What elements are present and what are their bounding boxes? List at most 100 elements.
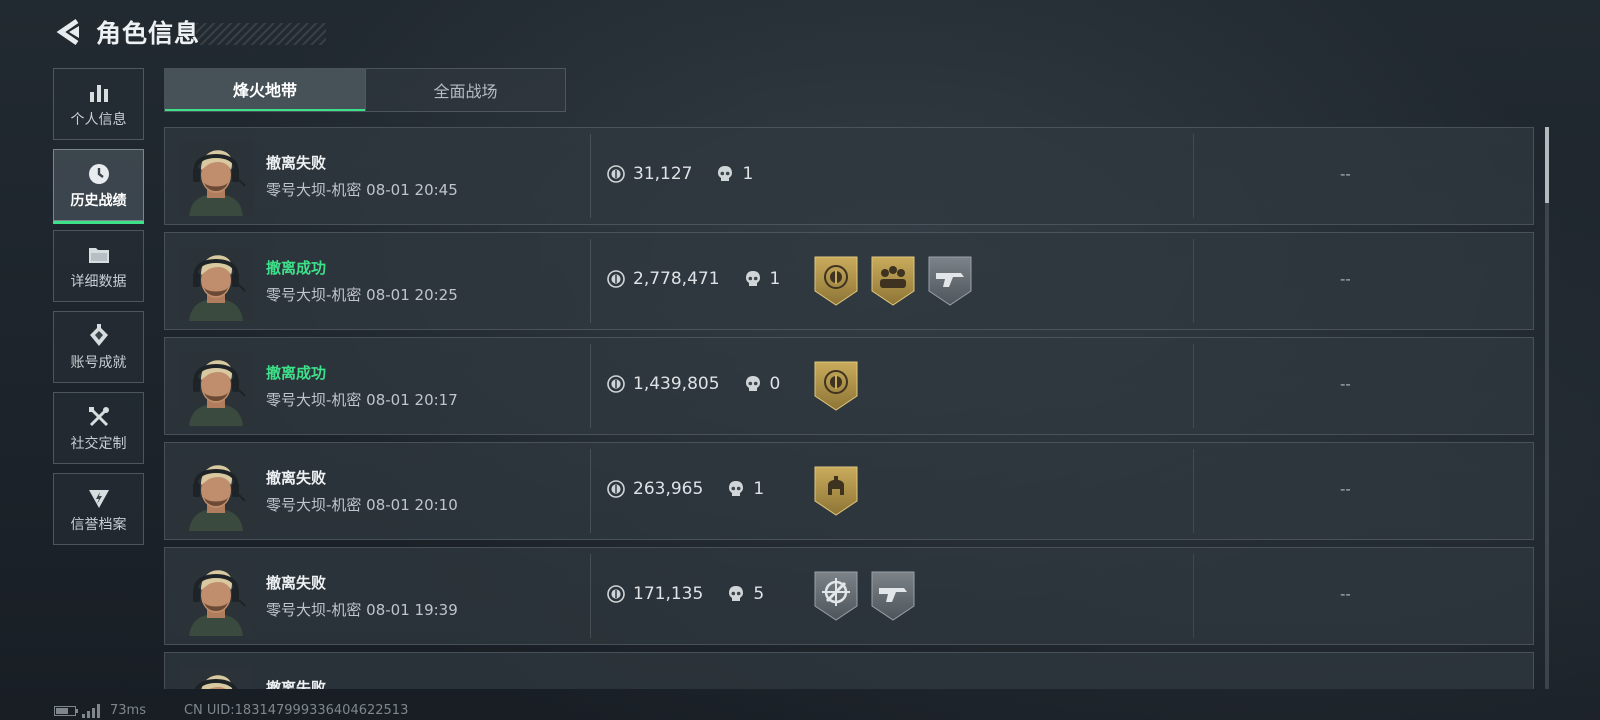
extra-value: --	[1340, 165, 1351, 183]
avatar	[179, 352, 253, 426]
map-time: 零号大坝-机密 08-01 20:45	[266, 181, 458, 199]
avatar	[179, 142, 253, 216]
sidebar-item-credit[interactable]: 信誉档案	[53, 473, 144, 545]
loot-value: 1,439,805	[633, 374, 720, 394]
kill-count: 1	[769, 269, 781, 289]
divider	[1193, 554, 1194, 638]
scrollbar-thumb[interactable]	[1545, 127, 1549, 203]
match-record-row[interactable]: 撤离失败 零号大坝-机密 08-01 20:10 263,965 1 --	[164, 442, 1534, 540]
title-decoration	[196, 23, 327, 45]
tools-icon	[88, 407, 109, 427]
shield-bolt-icon	[88, 490, 109, 508]
mode-tabs: 烽火地带 全面战场	[164, 68, 566, 112]
gold-coin-badge-icon[interactable]	[813, 360, 859, 412]
back-arrow-icon	[56, 18, 79, 46]
status-bar: 73ms CN UID:183147999336404622513	[54, 703, 408, 718]
extraction-status: 撤离失败	[266, 574, 327, 592]
kill-count: 0	[769, 374, 781, 394]
grey-crosshair-badge-icon[interactable]	[813, 570, 859, 622]
divider	[590, 134, 591, 218]
loot-value: 2,778,471	[633, 269, 720, 289]
extra-value: --	[1340, 480, 1351, 498]
avatar	[179, 562, 253, 636]
extraction-status: 撤离失败	[266, 469, 327, 487]
coin-icon	[607, 165, 625, 183]
scrollbar[interactable]	[1545, 127, 1549, 689]
skull-icon	[727, 585, 745, 603]
divider	[590, 554, 591, 638]
page-title: 角色信息	[96, 19, 201, 48]
tab-hazard-zone[interactable]: 烽火地带	[165, 69, 365, 111]
match-record-row[interactable]: 撤离成功 零号大坝-机密 08-01 20:17 1,439,805 0 --	[164, 337, 1534, 435]
divider	[590, 239, 591, 323]
battery-icon	[54, 705, 78, 716]
extra-value: --	[1340, 375, 1351, 393]
grey-gun-badge-icon[interactable]	[927, 255, 973, 307]
grey-gun-badge-icon[interactable]	[870, 570, 916, 622]
gold-team-badge-icon[interactable]	[870, 255, 916, 307]
clock-icon	[88, 164, 109, 184]
sidebar-item-label: 社交定制	[70, 436, 127, 452]
divider	[590, 449, 591, 533]
map-time: 零号大坝-机密 08-01 20:10	[266, 496, 458, 514]
coin-icon	[607, 480, 625, 498]
divider	[1193, 449, 1194, 533]
sidebar-item-personal-info[interactable]: 个人信息	[53, 68, 144, 140]
skull-icon	[727, 480, 745, 498]
ping-value: 73ms	[110, 703, 146, 718]
divider	[1193, 239, 1194, 323]
extra-value: --	[1340, 585, 1351, 603]
sidebar-item-label: 详细数据	[70, 274, 127, 290]
signal-icon	[82, 703, 102, 718]
avatar	[179, 247, 253, 321]
gold-coin-badge-icon[interactable]	[813, 255, 859, 307]
loot-value: 263,965	[633, 479, 704, 499]
sidebar-item-label: 信誉档案	[70, 517, 127, 533]
extraction-status: 撤离成功	[266, 259, 327, 277]
sidebar-item-history[interactable]: 历史战绩	[53, 149, 144, 224]
kill-count: 5	[753, 584, 765, 604]
kill-count: 1	[753, 479, 765, 499]
sidebar-item-label: 个人信息	[70, 112, 127, 128]
skull-icon	[716, 165, 734, 183]
coin-icon	[607, 270, 625, 288]
extraction-status: 撤离失败	[266, 679, 327, 689]
avatar	[179, 667, 253, 689]
extraction-status: 撤离失败	[266, 154, 327, 172]
skull-icon	[744, 375, 762, 393]
avatar	[179, 457, 253, 531]
sidebar-item-label: 账号成就	[70, 355, 127, 371]
match-record-row[interactable]: 撤离失败 零号大坝-机密 08-01 20:45 31,127 1 --	[164, 127, 1534, 225]
sidebar: 个人信息 历史战绩 详细数据 账号成就 社交定制 信誉档案	[53, 68, 144, 554]
sidebar-item-label: 历史战绩	[70, 193, 127, 209]
match-record-row[interactable]: 撤离失败 零号大坝-机密 08-01 19:39 171,135 5 --	[164, 547, 1534, 645]
bar-chart-icon	[89, 85, 108, 102]
match-record-row[interactable]: 撤离失败	[164, 652, 1534, 689]
divider	[590, 344, 591, 428]
coin-icon	[607, 585, 625, 603]
gold-helmet-badge-icon[interactable]	[813, 465, 859, 517]
kill-count: 1	[742, 164, 754, 184]
sidebar-item-achievements[interactable]: 账号成就	[53, 311, 144, 383]
loot-value: 31,127	[633, 164, 693, 184]
match-history-list[interactable]: 撤离失败 零号大坝-机密 08-01 20:45 31,127 1 -- 撤离成…	[164, 127, 1536, 689]
back-button[interactable]	[52, 14, 88, 50]
map-time: 零号大坝-机密 08-01 20:17	[266, 391, 458, 409]
skull-icon	[744, 270, 762, 288]
map-time: 零号大坝-机密 08-01 20:25	[266, 286, 458, 304]
match-record-row[interactable]: 撤离成功 零号大坝-机密 08-01 20:25 2,778,471 1 --	[164, 232, 1534, 330]
folder-icon	[88, 248, 109, 263]
user-uid: CN UID:183147999336404622513	[183, 703, 409, 718]
coin-icon	[607, 375, 625, 393]
extra-value: --	[1340, 270, 1351, 288]
sidebar-item-detailed-data[interactable]: 详细数据	[53, 230, 144, 302]
divider	[1193, 344, 1194, 428]
achievement-icon	[89, 324, 108, 346]
sidebar-item-social[interactable]: 社交定制	[53, 392, 144, 464]
tab-full-battlefield[interactable]: 全面战场	[365, 69, 565, 111]
divider	[1193, 134, 1194, 218]
extraction-status: 撤离成功	[266, 364, 327, 382]
map-time: 零号大坝-机密 08-01 19:39	[266, 601, 458, 619]
header: 角色信息	[52, 14, 327, 50]
loot-value: 171,135	[633, 584, 704, 604]
